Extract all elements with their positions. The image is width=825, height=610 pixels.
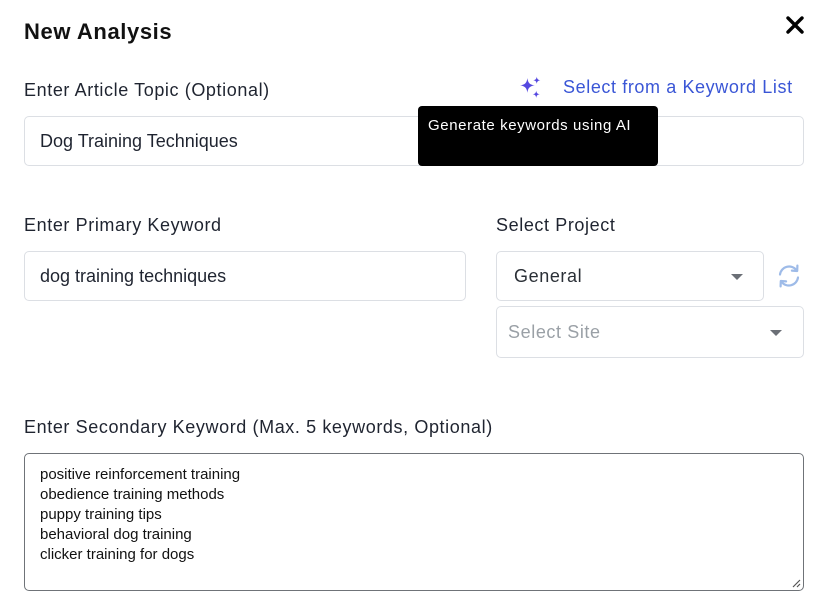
project-select[interactable]: General [496, 251, 764, 301]
resize-handle-icon[interactable] [791, 578, 801, 588]
secondary-keyword-line: clicker training for dogs [40, 546, 195, 563]
ai-keywords-tooltip: Generate keywords using AI [418, 106, 658, 166]
site-select-placeholder: Select Site [508, 321, 601, 342]
secondary-keyword-line: positive reinforcement training [40, 466, 241, 483]
article-topic-input[interactable]: Dog Training Techniques [24, 116, 804, 166]
secondary-keyword-line: obedience training methods [40, 486, 225, 503]
new-analysis-dialog: New Analysis Enter Article Topic (Option… [0, 0, 825, 610]
select-project-label: Select Project [496, 215, 616, 235]
dialog-title: New Analysis [24, 19, 173, 44]
primary-keyword-input[interactable]: dog training techniques [24, 251, 466, 301]
secondary-keyword-line: behavioral dog training [40, 526, 192, 543]
article-topic-value: Dog Training Techniques [40, 130, 238, 151]
close-button[interactable] [782, 12, 808, 38]
site-select[interactable]: Select Site [496, 306, 804, 358]
primary-keyword-value: dog training techniques [40, 265, 227, 286]
sparkles-icon [520, 76, 541, 98]
close-icon [786, 16, 804, 34]
project-selected-value: General [514, 265, 583, 286]
select-keyword-list-link[interactable]: Select from a Keyword List [518, 75, 793, 100]
primary-keyword-label: Enter Primary Keyword [24, 215, 222, 235]
chevron-down-icon [731, 274, 743, 280]
secondary-keyword-label: Enter Secondary Keyword (Max. 5 keywords… [24, 417, 493, 437]
keyword-list-link-label: Select from a Keyword List [563, 77, 793, 97]
refresh-icon[interactable] [775, 262, 803, 290]
article-topic-label: Enter Article Topic (Optional) [24, 80, 270, 100]
secondary-keyword-line: puppy training tips [40, 506, 162, 523]
secondary-keywords-textarea[interactable]: positive reinforcement training obedienc… [24, 453, 804, 591]
chevron-down-icon [770, 330, 782, 336]
